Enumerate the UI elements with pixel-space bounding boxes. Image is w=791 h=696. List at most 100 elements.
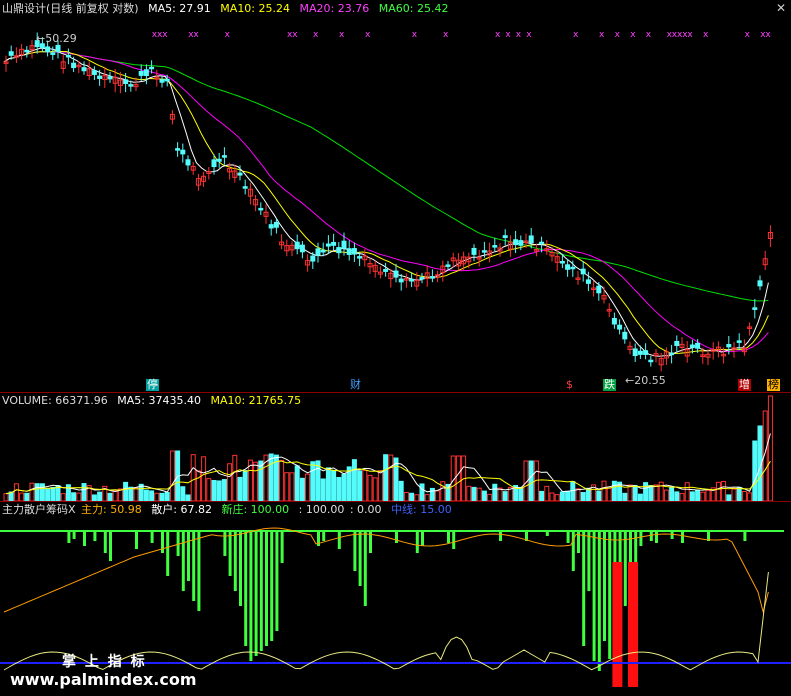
volume-bar	[149, 490, 155, 501]
volume-bar	[643, 482, 649, 501]
candle-body	[159, 79, 165, 83]
volume-bar	[658, 481, 664, 501]
volume-bar	[351, 459, 357, 501]
candle-body	[674, 340, 680, 347]
price-chart-pane[interactable]: xxxxxxxxxxxxxxxxxxxxxxxxxxxxxxx 山鼎设计(日线 …	[0, 0, 791, 392]
close-icon[interactable]: ✕	[775, 2, 787, 14]
candle-body	[175, 148, 181, 151]
volume-bar	[575, 488, 581, 501]
volume-bar	[445, 483, 451, 501]
main-force-bar	[181, 531, 185, 591]
volume-header: VOLUME: 66371.96 MA5: 37435.40 MA10: 217…	[2, 394, 307, 408]
main-force-bar	[421, 531, 424, 546]
candle-body	[513, 239, 519, 246]
signal-mark: x	[765, 30, 771, 40]
event-tag-increase[interactable]: 增	[738, 379, 751, 391]
main-force-bar	[358, 531, 362, 586]
candle-body	[689, 344, 695, 348]
volume-bar	[455, 455, 461, 501]
main-force-bar	[452, 531, 456, 549]
signal-mark: x	[505, 30, 511, 40]
candle-body	[695, 342, 701, 349]
high-price-value: 50.29	[45, 32, 77, 45]
event-tag-suspend[interactable]: 停	[146, 379, 159, 391]
candle-body	[221, 155, 227, 158]
volume-chart-canvas[interactable]	[0, 393, 791, 501]
ma10-line	[3, 50, 769, 355]
volume-bar	[133, 487, 139, 501]
volume-bar	[497, 487, 503, 501]
event-tag-dollar[interactable]: $	[565, 379, 574, 391]
event-tag-drop[interactable]: 跌	[603, 379, 616, 391]
signal-mark: x	[443, 30, 449, 40]
candle-body	[481, 250, 487, 253]
main-force-bar	[363, 531, 367, 606]
low-price-value: 20.55	[634, 374, 666, 387]
volume-value: VOLUME: 66371.96	[2, 394, 108, 407]
low-price-label: ←20.55	[625, 374, 666, 387]
candle-body	[648, 359, 654, 363]
main-force-bar	[161, 531, 164, 553]
volume-bar	[164, 491, 170, 501]
main-force-bar	[275, 531, 279, 631]
candle-body	[471, 247, 477, 255]
volume-bar	[227, 463, 233, 501]
volume-bar	[695, 489, 701, 501]
volume-bar	[721, 480, 727, 501]
signal-mark: x	[412, 30, 418, 40]
indicator-chart-pane[interactable]: 主力散户筹码X 主力: 50.98 散户: 67.82 新庄: 100.00 :…	[0, 502, 791, 696]
volume-bar	[221, 479, 227, 501]
volume-chart-pane[interactable]: VOLUME: 66371.96 MA5: 37435.40 MA10: 217…	[0, 393, 791, 501]
volume-bar	[3, 493, 9, 501]
main-force-bar	[447, 531, 450, 543]
retail-value: 散户: 67.82	[151, 503, 212, 516]
volume-bar	[549, 492, 555, 501]
volume-bar	[237, 476, 243, 501]
main-force-bar	[223, 531, 227, 556]
volume-bar	[331, 469, 337, 501]
volume-bar	[195, 470, 201, 501]
candle-body	[65, 54, 71, 58]
volume-bar	[50, 487, 56, 501]
candle-body	[185, 159, 191, 166]
candle-body	[315, 248, 321, 256]
volume-bar	[325, 467, 331, 501]
volume-bar	[336, 477, 342, 501]
main-force-value: 主力: 50.98	[81, 503, 142, 516]
volume-bar	[487, 493, 493, 501]
main-force-bar	[592, 531, 596, 661]
main-force-bar	[244, 531, 248, 646]
candle-body	[336, 247, 342, 254]
signal-mark: x	[193, 30, 199, 40]
candle-body	[643, 350, 649, 355]
event-tag-rank[interactable]: 榜	[767, 379, 780, 391]
volume-bar	[648, 484, 654, 501]
ma60-line	[3, 51, 769, 302]
price-chart-canvas[interactable]: xxxxxxxxxxxxxxxxxxxxxxxxxxxxxxx	[0, 0, 791, 392]
candle-body	[357, 256, 363, 259]
volume-bar	[747, 492, 753, 501]
volume-bar	[13, 483, 19, 501]
candle-body	[351, 248, 357, 255]
volume-bar	[700, 491, 706, 501]
stock-title: 山鼎设计(日线 前复权 对数)	[2, 2, 139, 15]
candle-body	[164, 78, 170, 82]
main-force-bar	[228, 531, 232, 576]
candle-body	[310, 255, 316, 262]
candle-body	[273, 221, 279, 228]
main-force-bar	[93, 531, 97, 541]
volume-bar	[279, 459, 285, 501]
volume-bar	[299, 477, 305, 501]
volume-bar	[123, 481, 129, 501]
main-force-bar	[233, 531, 237, 591]
candle-body	[91, 70, 97, 75]
main-force-bar	[239, 531, 242, 606]
candle-body	[429, 276, 435, 279]
candle-body	[726, 344, 732, 348]
volume-bar	[674, 491, 680, 501]
new-dealer-bar	[628, 562, 638, 687]
event-tag-finance[interactable]: 财	[349, 379, 362, 391]
volume-bar	[731, 488, 737, 501]
volume-bar	[622, 492, 628, 501]
indicator-title: 主力散户筹码X	[2, 503, 76, 516]
